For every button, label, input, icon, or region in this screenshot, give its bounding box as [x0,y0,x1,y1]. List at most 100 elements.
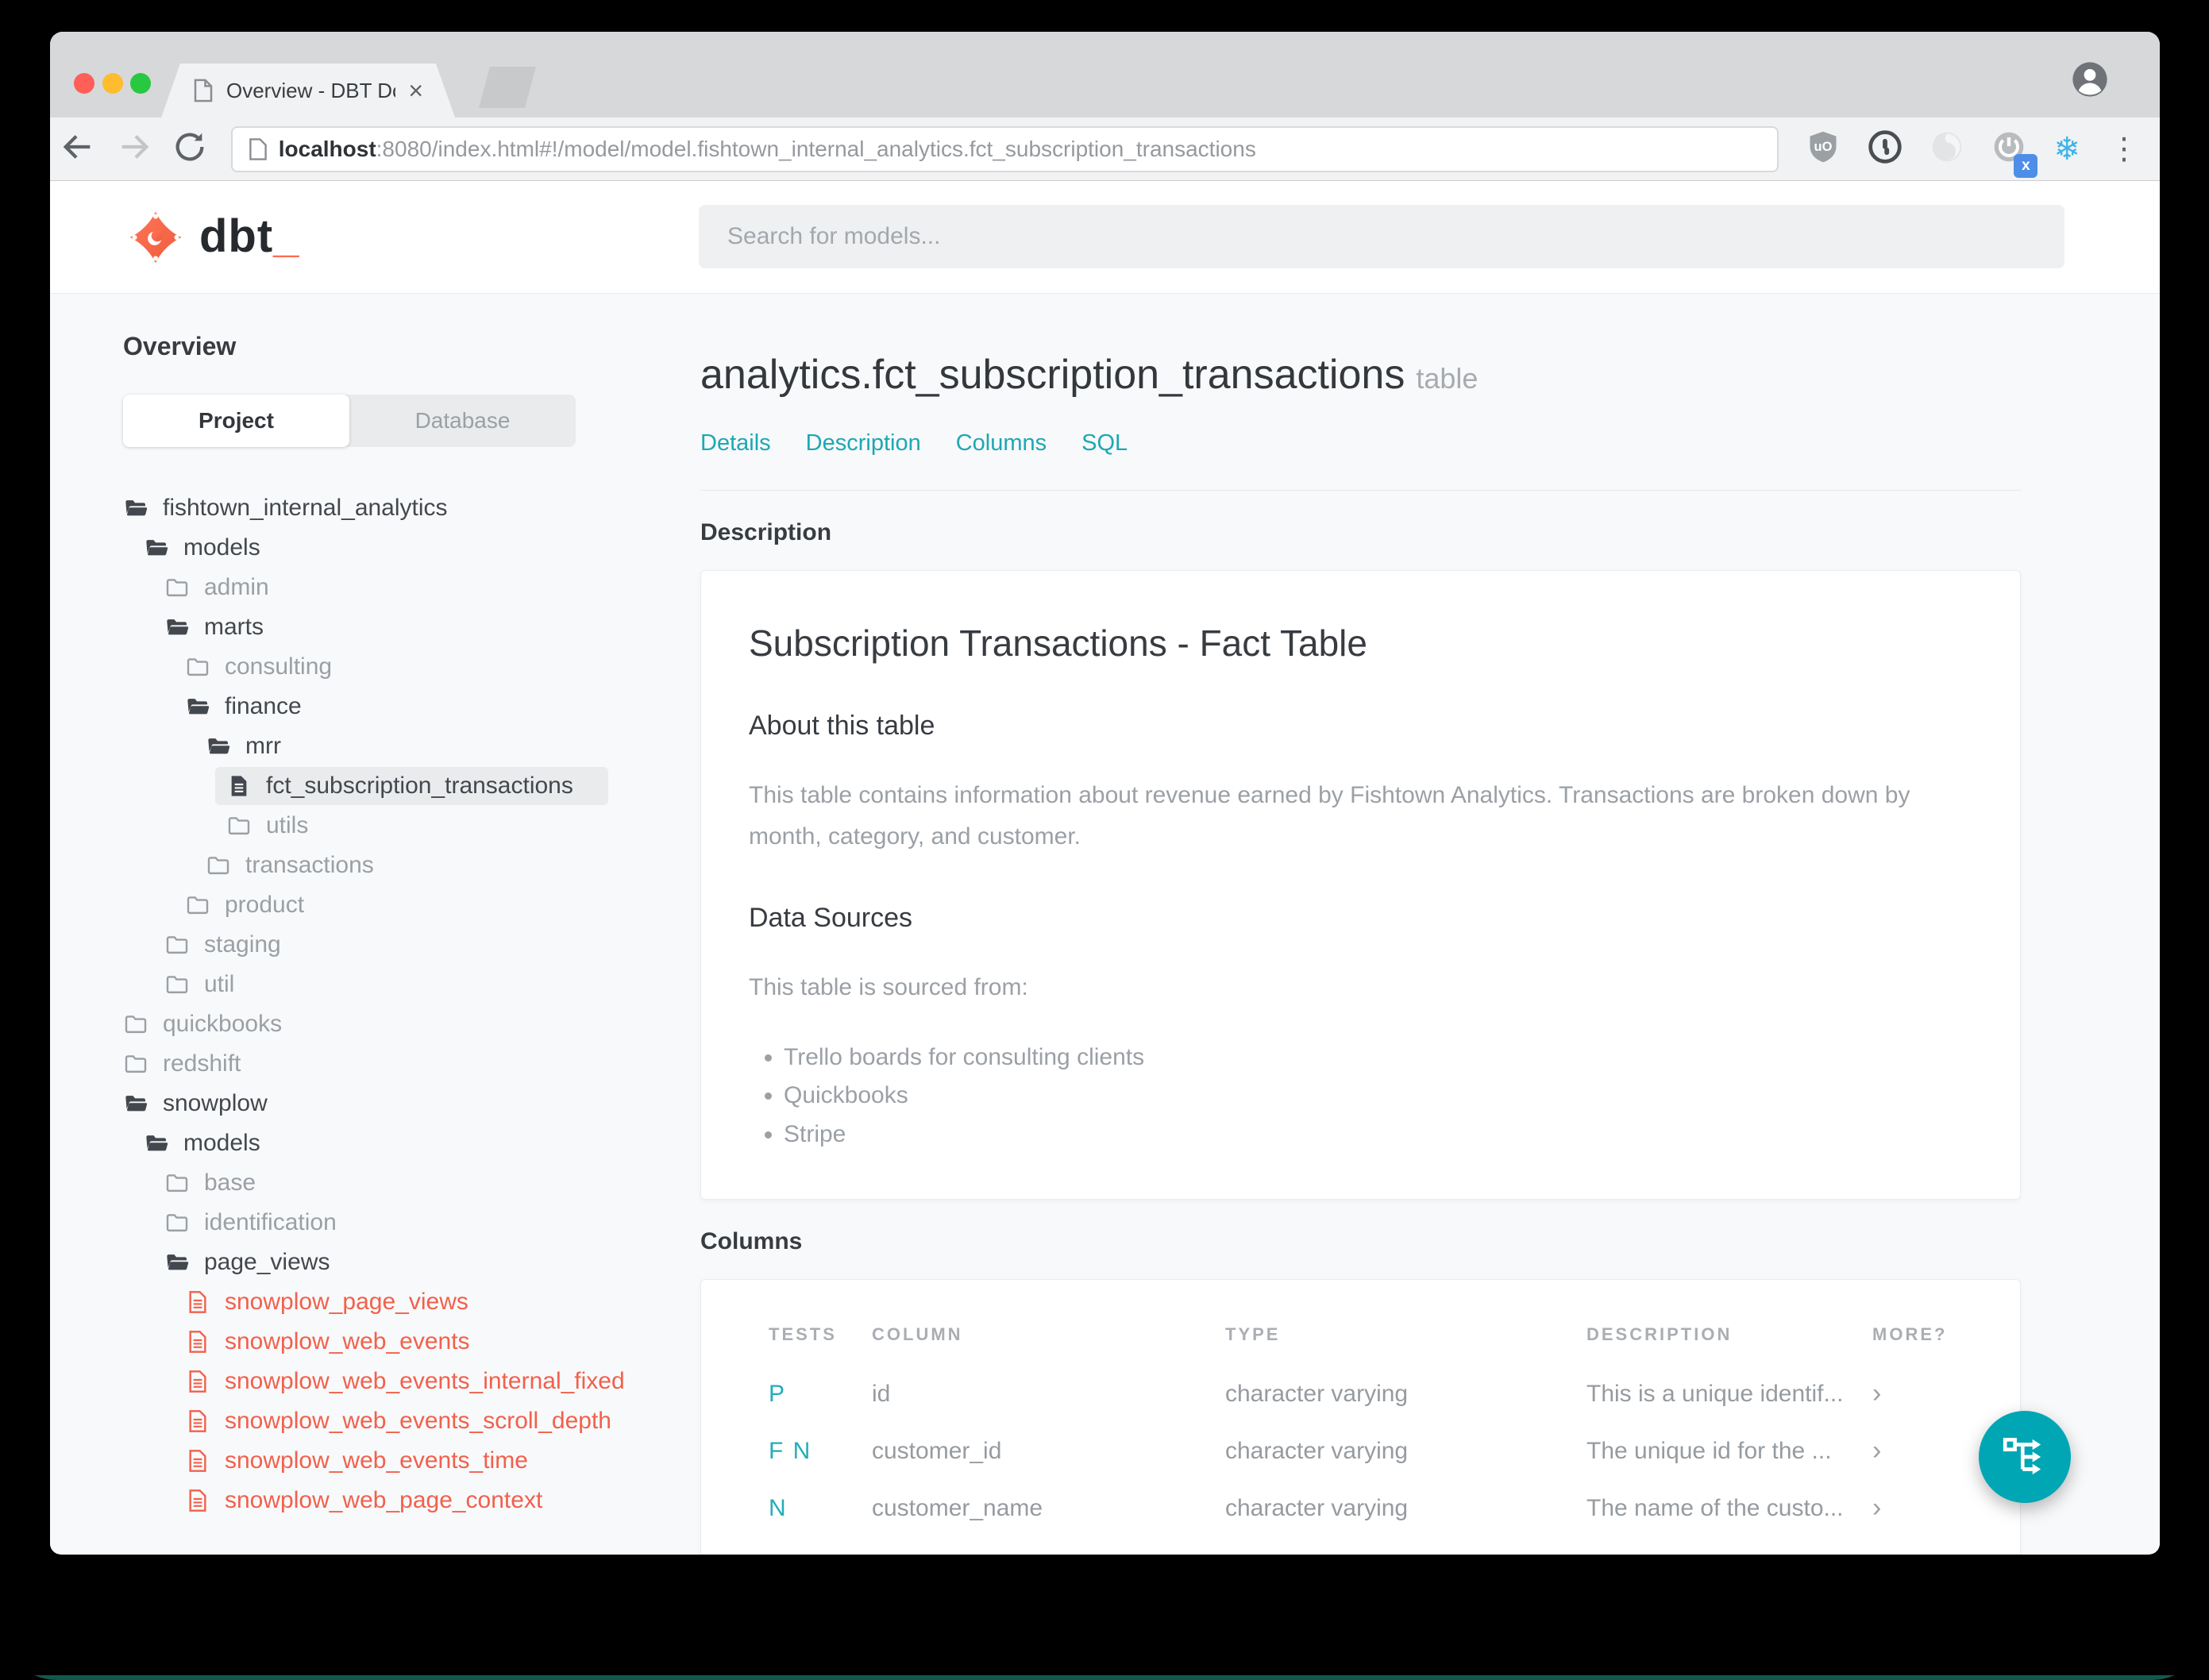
search-input[interactable] [699,205,2064,268]
new-tab-button[interactable] [479,67,536,108]
main-panel: analytics.fct_subscription_transactions t… [700,294,2021,1555]
tree-item-label: page_views [204,1249,330,1275]
tree-item[interactable]: models [123,1123,700,1163]
description-cell: This column indicates ... [1586,1552,1872,1555]
expand-chevron-icon[interactable]: › [1872,1493,1936,1524]
ublock-extension-icon[interactable]: uO [1806,129,1841,168]
tree-item[interactable]: snowplow_page_views [123,1282,700,1322]
columns-section-heading: Columns [700,1227,803,1254]
tree-item-label: snowplow_web_events [225,1328,470,1354]
power-extension-icon[interactable]: x [1991,129,2038,178]
tree-item[interactable]: snowplow_web_page_context [123,1481,700,1520]
doc-title: Subscription Transactions - Fact Table [749,622,1367,664]
forward-button[interactable] [106,129,163,169]
desktop-edge [0,1675,2209,1680]
browser-menu-icon[interactable]: ⋮ [2109,131,2139,167]
folder-closed-icon [125,1015,147,1034]
expand-chevron-icon[interactable]: › [1872,1550,1936,1555]
tree-item[interactable]: mrr [123,726,700,766]
expand-chevron-icon[interactable]: › [1872,1378,1936,1409]
onepassword-extension-icon[interactable] [1868,129,1903,168]
anchor-link[interactable]: Description [806,430,921,457]
browser-tab[interactable]: Overview - DBT Docs × [161,64,455,118]
logo-cursor: _ [273,210,300,262]
avatar-icon [2072,62,2107,97]
tree-item[interactable]: redshift [123,1044,700,1084]
tab-database[interactable]: Database [349,395,576,447]
tests-cell: P [769,1380,787,1407]
zoom-window-button[interactable] [130,73,151,94]
tree-item[interactable]: fishtown_internal_analytics [123,488,700,528]
folder-open-icon [125,500,148,516]
tree-item[interactable]: snowplow_web_events_internal_fixed [123,1362,700,1401]
expand-chevron-icon[interactable]: › [1872,1435,1936,1466]
browser-tab-strip: Overview - DBT Docs × [50,32,2160,118]
folder-closed-icon [166,579,188,597]
close-window-button[interactable] [74,73,94,94]
folder-open-icon [125,1096,148,1112]
reload-button[interactable] [162,129,218,169]
tree-item[interactable]: product [123,885,700,925]
columns-table-header: TESTS COLUMN TYPE DESCRIPTION MORE? [701,1324,2020,1353]
tree-item[interactable]: quickbooks [123,1004,700,1044]
tree-item-label: consulting [225,653,333,680]
tree-item-label: quickbooks [163,1011,283,1037]
column-name-cell: customer_id [872,1437,1002,1464]
type-cell: character varying [1225,1437,1409,1464]
snowflake-extension-icon[interactable]: ❄ [2053,131,2080,168]
lineage-graph-button[interactable] [1979,1411,2071,1503]
folder-open-icon [208,738,230,754]
tree-item[interactable]: snowplow_web_events_scroll_depth [123,1401,700,1441]
back-button[interactable] [50,129,106,169]
tab-project[interactable]: Project [123,395,349,447]
tree-item[interactable]: models [123,528,700,568]
tree-item[interactable]: snowplow_web_events [123,1322,700,1362]
reload-icon [176,133,204,161]
tree-item[interactable]: identification [123,1203,700,1243]
tree-item[interactable]: snowplow [123,1084,700,1123]
tree-item-label: models [183,1130,260,1156]
tree-item[interactable]: transactions [123,846,700,885]
tree-item-inner: marts [153,608,299,646]
tree-item[interactable]: fct_subscription_transactions [123,766,700,806]
insecure-page-icon [249,137,267,160]
tree-item[interactable]: consulting [123,647,700,687]
swirl-extension-icon[interactable] [1930,129,1964,168]
tree-item-label: redshift [163,1050,241,1077]
type-cell: character varying [1225,1380,1409,1407]
column-header: TESTS [769,1324,837,1344]
table-row[interactable]: N customer_name character varying The na… [701,1480,2020,1537]
model-file-icon [189,1370,206,1393]
minimize-window-button[interactable] [102,73,123,94]
tab-close-icon[interactable]: × [408,78,423,103]
tree-item[interactable]: staging [123,925,700,965]
tree-item-label: product [225,892,305,918]
anchor-link[interactable]: SQL [1081,430,1128,457]
dbt-logo[interactable]: dbt_ [129,210,300,264]
anchor-link[interactable]: Columns [956,430,1047,457]
url-bar[interactable]: localhost:8080/index.html#!/model/model.… [230,125,1779,172]
model-tree: fishtown_internal_analytics models admin… [123,488,700,1520]
table-row[interactable]: P id character varying This is a unique … [701,1366,2020,1423]
page-title-suffix: table [1416,362,1478,395]
tree-item[interactable]: util [123,965,700,1004]
tree-item[interactable]: snowplow_web_events_time [123,1441,700,1481]
table-row[interactable]: N category character varying This column… [701,1537,2020,1555]
folder-closed-icon [166,1174,188,1193]
tree-item[interactable]: utils [123,806,700,846]
tree-item-inner: finance [174,688,337,726]
tree-item[interactable]: page_views [123,1243,700,1282]
column-header: DESCRIPTION [1586,1324,1733,1344]
tree-item[interactable]: marts [123,607,700,647]
page-content: Overview Project Database fishtown_inter… [50,294,2160,1555]
column-name-cell: customer_name [872,1494,1043,1521]
tree-item[interactable]: base [123,1163,700,1203]
browser-profile-avatar[interactable] [2069,59,2111,104]
anchor-link[interactable]: Details [700,430,771,457]
tree-item[interactable]: finance [123,687,700,726]
type-cell: character varying [1225,1552,1586,1555]
tree-item-inner: snowplow_web_events_internal_fixed [174,1362,660,1401]
tree-item[interactable]: admin [123,568,700,607]
tree-item-label: snowplow [163,1090,268,1116]
table-row[interactable]: F N customer_id character varying The un… [701,1423,2020,1480]
